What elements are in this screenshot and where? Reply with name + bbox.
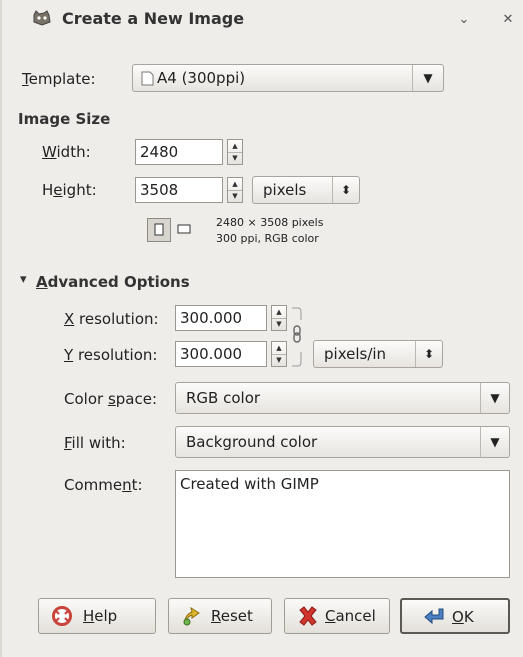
chain-link-icon[interactable] (290, 306, 304, 368)
comment-textarea[interactable]: Created with GIMP (175, 470, 510, 578)
portrait-toggle[interactable] (147, 218, 171, 242)
chevron-down-icon[interactable]: ⌄ (454, 10, 474, 30)
create-image-dialog: Create a New Image ⌄ ✕ Template: A4 (300… (0, 0, 523, 657)
advanced-options-expander[interactable]: Advanced Options (36, 273, 190, 291)
combo-arrow-icon: ⬍ (415, 341, 442, 367)
x-resolution-spinner[interactable]: ▲ ▼ (271, 305, 287, 331)
fill-with-combo[interactable]: Background color ▼ (175, 426, 510, 458)
portrait-icon (154, 223, 164, 236)
y-resolution-spinner[interactable]: ▲ ▼ (271, 341, 287, 367)
y-resolution-field[interactable]: 300.000 (175, 341, 267, 367)
template-value: A4 (300ppi) (157, 69, 246, 87)
spin-down-icon[interactable]: ▼ (272, 318, 286, 330)
gimp-icon (33, 10, 51, 26)
cancel-button[interactable]: Cancel (284, 598, 390, 634)
x-resolution-field[interactable]: 300.000 (175, 305, 267, 331)
height-spinner[interactable]: ▲ ▼ (227, 177, 243, 203)
landscape-toggle[interactable] (173, 218, 197, 242)
ok-button[interactable]: OK (400, 598, 510, 634)
spin-down-icon[interactable]: ▼ (272, 354, 286, 366)
ok-icon (424, 608, 444, 625)
comment-label: Comment: (64, 476, 143, 494)
spin-down-icon[interactable]: ▼ (228, 152, 242, 164)
width-field[interactable]: 2480 (135, 139, 223, 165)
title-bar[interactable]: Create a New Image ⌄ ✕ (2, 0, 523, 40)
combo-arrow-icon: ▼ (412, 65, 443, 91)
reset-button[interactable]: Reset (168, 598, 272, 634)
landscape-icon (177, 224, 191, 234)
size-info-pixels: 2480 × 3508 pixels (216, 216, 324, 229)
fill-with-label: Fill with: (64, 434, 126, 452)
color-space-combo[interactable]: RGB color ▼ (175, 382, 510, 414)
window-title: Create a New Image (62, 9, 245, 28)
cancel-icon (299, 606, 317, 626)
height-label: Height: (42, 181, 97, 199)
x-resolution-label: X resolution: (64, 310, 159, 328)
document-icon (141, 71, 154, 86)
combo-arrow-icon: ▼ (480, 427, 509, 457)
width-label: Width: (42, 143, 91, 161)
width-spinner[interactable]: ▲ ▼ (227, 139, 243, 165)
reset-icon (183, 606, 200, 626)
size-info-resolution: 300 ppi, RGB color (216, 232, 319, 245)
help-icon (52, 606, 72, 626)
size-unit-combo[interactable]: pixels ⬍ (252, 176, 360, 204)
template-combo[interactable]: A4 (300ppi) ▼ (132, 64, 444, 92)
color-space-label: Color space: (64, 390, 158, 408)
template-label: Template: (22, 70, 96, 88)
help-button[interactable]: Help (38, 598, 156, 634)
combo-arrow-icon: ⬍ (332, 177, 359, 203)
close-icon[interactable]: ✕ (498, 10, 518, 30)
combo-arrow-icon: ▼ (480, 383, 509, 413)
resolution-unit-combo[interactable]: pixels/in ⬍ (313, 340, 443, 368)
image-size-heading: Image Size (18, 110, 111, 128)
y-resolution-label: Y resolution: (64, 346, 158, 364)
expander-arrow-icon[interactable]: ▾ (20, 272, 27, 287)
height-field[interactable]: 3508 (135, 177, 223, 203)
spin-down-icon[interactable]: ▼ (228, 190, 242, 202)
